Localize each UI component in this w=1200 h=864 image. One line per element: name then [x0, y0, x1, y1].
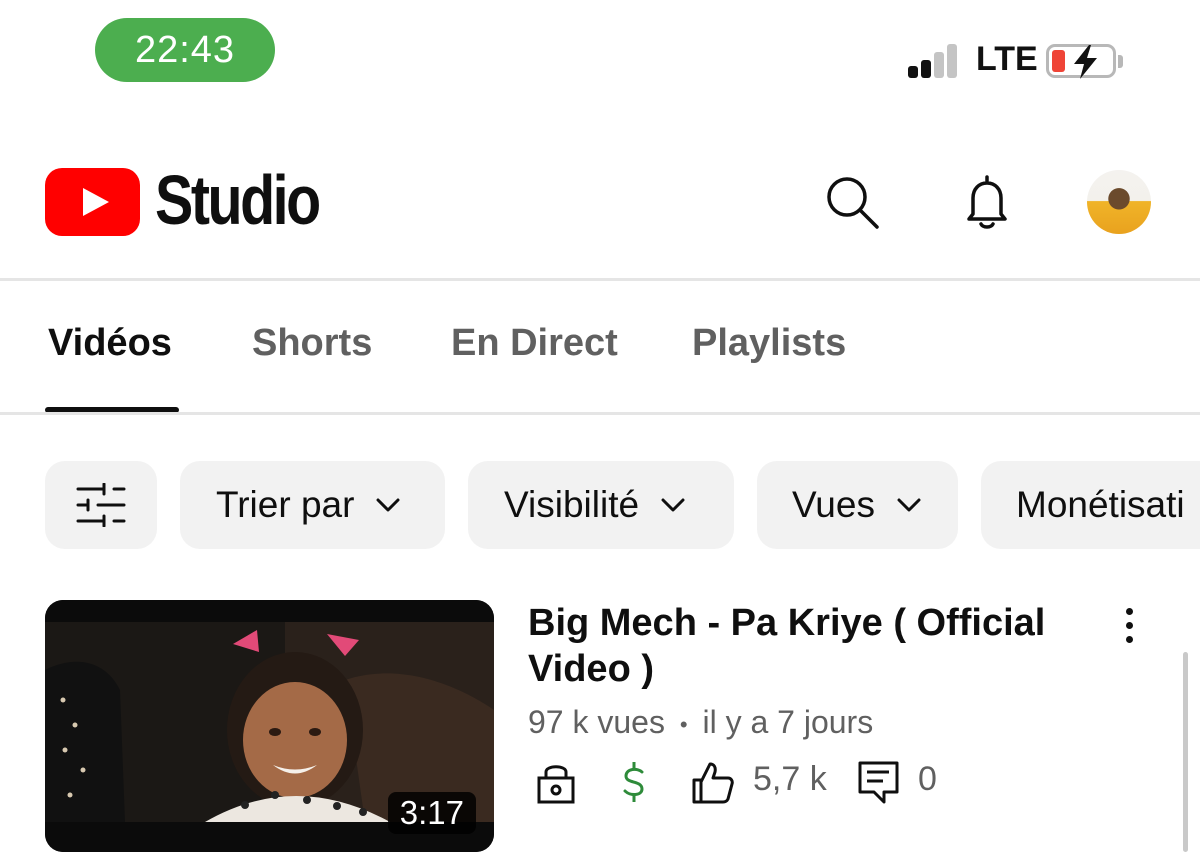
battery-icon — [1046, 44, 1116, 79]
tab-videos[interactable]: Vidéos — [48, 322, 172, 365]
monetization-chip[interactable]: Monétisati — [981, 461, 1200, 549]
youtube-logo-icon — [45, 168, 140, 236]
status-time: 22:43 — [95, 18, 275, 82]
tab-shorts[interactable]: Shorts — [252, 322, 372, 365]
comments-count: 0 — [918, 760, 937, 798]
chip-label: Vues — [792, 484, 875, 525]
views-chip[interactable]: Vues — [757, 461, 958, 549]
network-label: LTE — [976, 40, 1038, 78]
chevron-down-icon — [897, 498, 921, 512]
account-avatar[interactable] — [1087, 170, 1151, 234]
signal-icon — [908, 42, 966, 78]
scrollbar[interactable] — [1183, 652, 1188, 852]
comments-icon — [857, 760, 901, 804]
chevron-down-icon — [376, 498, 400, 512]
tab-playlists[interactable]: Playlists — [692, 322, 846, 365]
studio-logo-text: Studio — [155, 161, 321, 239]
filter-sliders-icon — [76, 483, 126, 527]
sort-by-chip[interactable]: Trier par — [180, 461, 445, 549]
dollar-icon — [612, 760, 656, 804]
notifications-bell-icon[interactable] — [957, 172, 1017, 232]
tab-live[interactable]: En Direct — [451, 322, 618, 365]
chip-label: Monétisati — [1016, 484, 1185, 525]
chevron-down-icon — [661, 498, 685, 512]
meta-separator: • — [679, 711, 688, 737]
header-divider — [0, 278, 1200, 281]
search-icon[interactable] — [822, 172, 882, 232]
more-options-icon[interactable] — [1120, 606, 1140, 646]
youtube-studio-screen: 22:43 LTE Studio Vidéos Shorts En Direct… — [0, 0, 1200, 864]
filter-settings-button[interactable] — [45, 461, 157, 549]
video-title[interactable]: Big Mech - Pa Kriye ( Official Video ) — [528, 600, 1088, 692]
video-views: 97 k vues — [528, 704, 665, 740]
thumbs-up-icon — [690, 760, 734, 804]
video-duration: 3:17 — [387, 792, 476, 834]
video-meta: 97 k vues • il y a 7 jours — [528, 704, 873, 741]
chip-label: Trier par — [216, 484, 355, 525]
tabs-divider — [0, 412, 1200, 415]
lock-icon — [534, 760, 578, 804]
likes-count: 5,7 k — [753, 760, 827, 798]
chip-label: Visibilité — [504, 484, 640, 525]
video-thumbnail[interactable]: 3:17 — [45, 600, 494, 852]
visibility-chip[interactable]: Visibilité — [468, 461, 734, 549]
video-age: il y a 7 jours — [702, 704, 874, 740]
battery-cap — [1118, 55, 1123, 68]
